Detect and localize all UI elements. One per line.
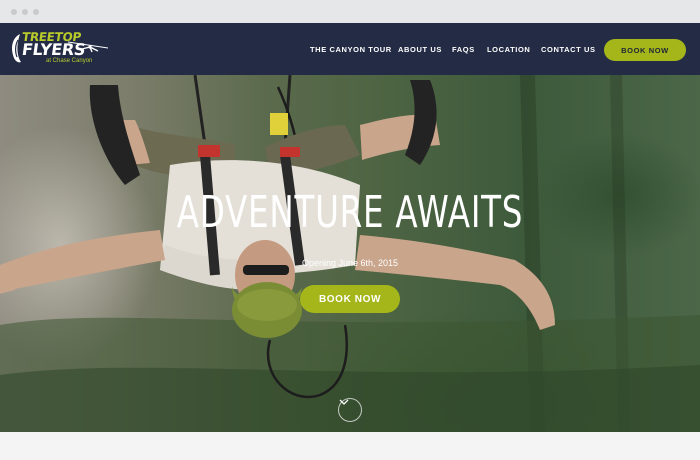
next-section [0, 432, 700, 460]
window-dot-icon [22, 9, 28, 15]
site-logo[interactable]: TREETOP FLYERS at Chase Canyon [8, 30, 108, 68]
nav-item-contact-us[interactable]: CONTACT US [541, 45, 596, 54]
hero-section: ADVENTURE AWAITS Opening June 6th, 2015 … [0, 75, 700, 432]
zipline-figure-icon [68, 41, 108, 53]
chevron-down-icon [339, 399, 349, 405]
window-dot-icon [33, 9, 39, 15]
hero-photo-zipliner [0, 75, 700, 432]
hero-subtitle: Opening June 6th, 2015 [301, 258, 399, 268]
scroll-down-button[interactable] [338, 398, 362, 422]
nav-item-location[interactable]: LOCATION [487, 45, 530, 54]
nav-item-canyon-tour[interactable]: THE CANYON TOUR [310, 45, 392, 54]
window-dot-icon [11, 9, 17, 15]
hero-book-now-button[interactable]: BOOK NOW [300, 285, 400, 313]
nav-item-faqs[interactable]: FAQS [452, 45, 475, 54]
browser-chrome [0, 0, 700, 23]
logo-line-3: at Chase Canyon [46, 58, 93, 64]
hero-title: ADVENTURE AWAITS [176, 187, 524, 238]
nav-item-about-us[interactable]: ABOUT US [398, 45, 442, 54]
header-book-now-button[interactable]: BOOK NOW [604, 39, 686, 61]
